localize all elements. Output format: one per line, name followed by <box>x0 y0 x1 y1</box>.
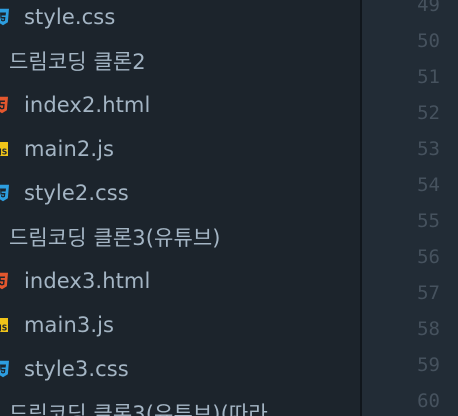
line-number: 53 <box>417 138 440 160</box>
js-icon: JS <box>0 136 8 162</box>
line-number: 60 <box>417 390 440 412</box>
css3-icon <box>0 180 9 206</box>
file-label: main2.js <box>24 137 115 161</box>
css3-icon <box>0 4 9 30</box>
file-label: style.css <box>24 5 116 29</box>
line-number: 56 <box>417 246 440 268</box>
folder-item-clone3-youtube[interactable]: 드림코딩 클론3(유튜브) <box>0 215 360 259</box>
folder-item-clone3-youtube-follow[interactable]: 드림코딩 클론3(유튜브)(따라 <box>0 391 360 416</box>
line-number: 54 <box>417 174 440 196</box>
file-label: style2.css <box>24 181 129 205</box>
folder-label: 드림코딩 클론2 <box>9 50 146 74</box>
html5-icon <box>0 268 8 294</box>
file-item-index2-html[interactable]: index2.html <box>0 83 360 127</box>
folder-item-clone2[interactable]: 드림코딩 클론2 <box>0 39 360 83</box>
file-explorer-sidebar: style.css 드림코딩 클론2 index2.html JS main2.… <box>0 0 360 416</box>
line-number: 58 <box>417 318 440 340</box>
line-number: 52 <box>417 102 440 124</box>
line-number: 59 <box>417 354 440 376</box>
file-item-style2-css[interactable]: style2.css <box>0 171 360 215</box>
folder-label: 드림코딩 클론3(유튜브)(따라 <box>9 402 268 416</box>
file-item-style3-css[interactable]: style3.css <box>0 347 360 391</box>
file-item-main3-js[interactable]: JS main3.js <box>0 303 360 347</box>
file-label: index3.html <box>24 269 151 293</box>
file-label: main3.js <box>24 313 115 337</box>
css3-icon <box>0 356 9 382</box>
js-icon: JS <box>0 312 8 338</box>
file-label: style3.css <box>24 357 129 381</box>
folder-label: 드림코딩 클론3(유튜브) <box>9 226 221 250</box>
svg-text:JS: JS <box>0 148 7 157</box>
line-number: 51 <box>417 66 440 88</box>
line-number: 55 <box>417 210 440 232</box>
svg-text:JS: JS <box>0 324 7 333</box>
line-number: 57 <box>417 282 440 304</box>
file-item-main2-js[interactable]: JS main2.js <box>0 127 360 171</box>
line-number: 49 <box>417 0 440 16</box>
line-number: 50 <box>417 30 440 52</box>
file-item-style-css[interactable]: style.css <box>0 0 360 39</box>
file-label: index2.html <box>24 93 151 117</box>
file-item-index3-html[interactable]: index3.html <box>0 259 360 303</box>
editor-line-gutter: 49 50 51 52 53 54 55 56 57 58 59 60 <box>362 0 458 416</box>
html5-icon <box>0 92 8 118</box>
